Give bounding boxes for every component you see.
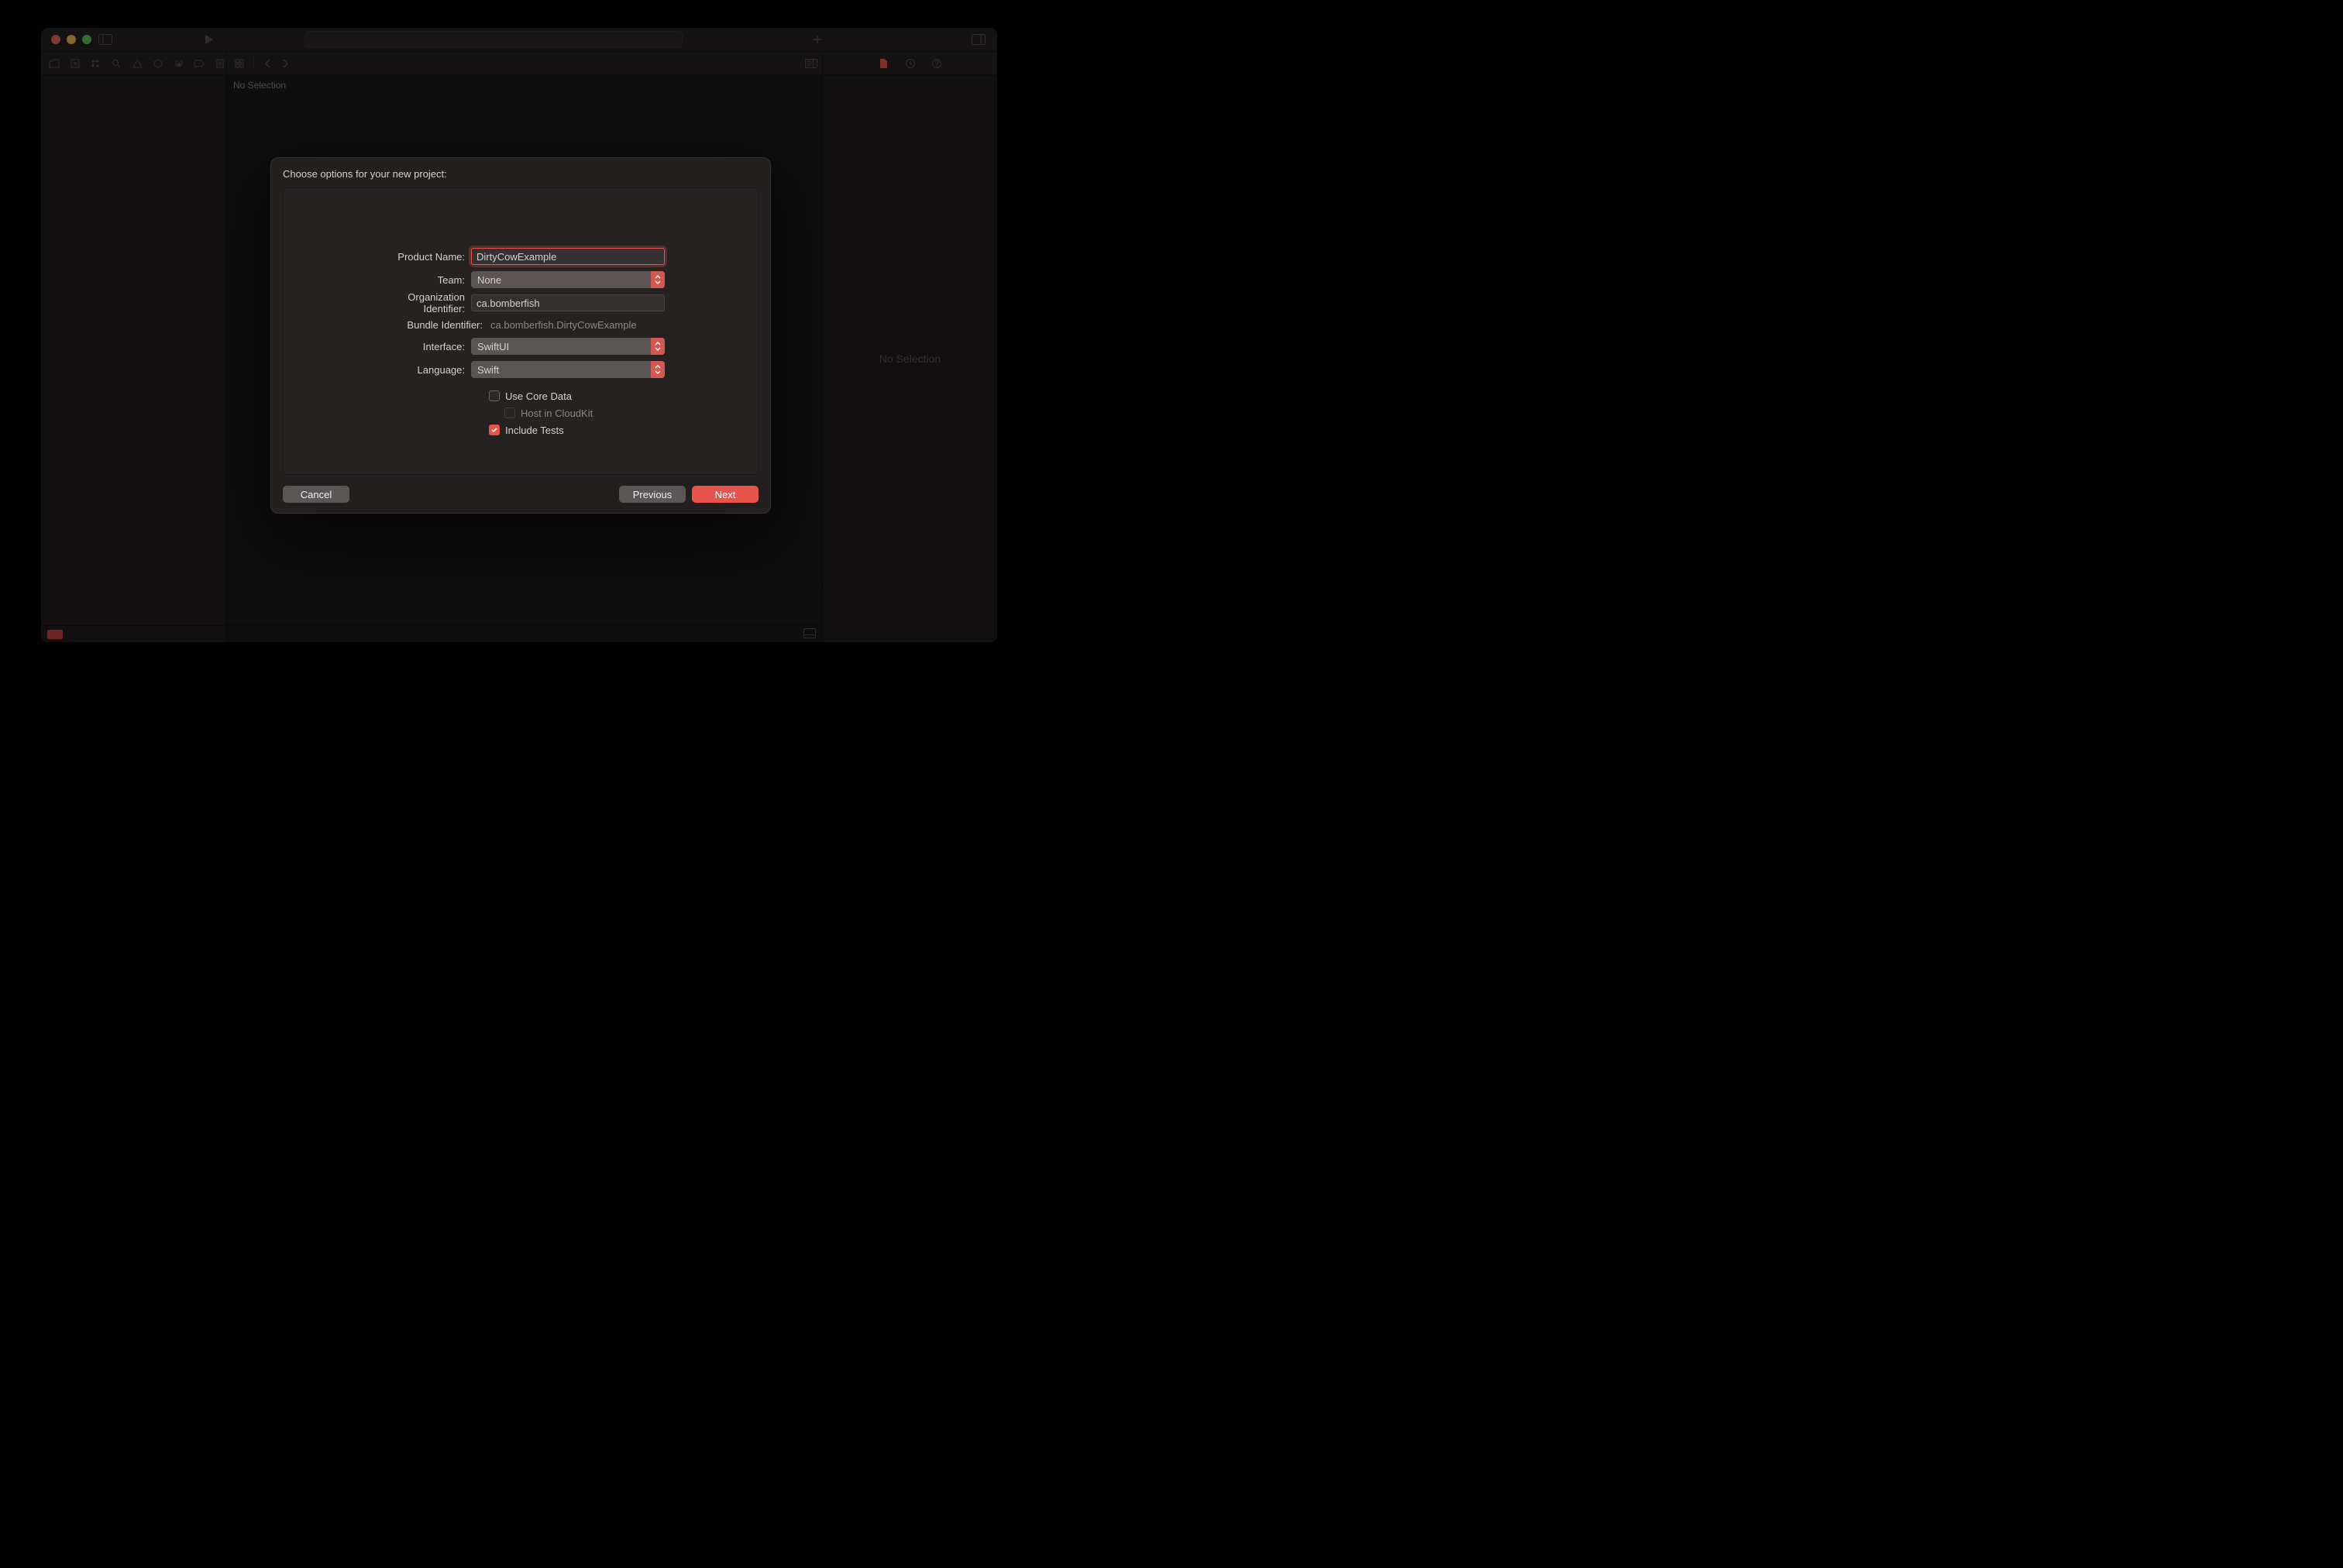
host-cloudkit-label: Host in CloudKit bbox=[521, 407, 593, 419]
org-id-label: Organization Identifier: bbox=[377, 291, 471, 315]
checkbox-checked-icon bbox=[489, 425, 500, 435]
interface-select-value: SwiftUI bbox=[477, 341, 509, 352]
new-project-options-sheet: Choose options for your new project: Pro… bbox=[270, 157, 771, 514]
include-tests-checkbox[interactable]: Include Tests bbox=[489, 421, 665, 438]
checkbox-disabled-icon bbox=[504, 407, 515, 418]
language-label: Language: bbox=[377, 364, 471, 376]
interface-select[interactable]: SwiftUI bbox=[471, 338, 665, 355]
updown-icon bbox=[651, 338, 665, 355]
use-core-data-label: Use Core Data bbox=[505, 390, 572, 402]
team-select[interactable]: None bbox=[471, 271, 665, 288]
sheet-title: Choose options for your new project: bbox=[283, 168, 759, 180]
product-name-field[interactable] bbox=[471, 248, 665, 265]
language-select[interactable]: Swift bbox=[471, 361, 665, 378]
updown-icon bbox=[651, 361, 665, 378]
include-tests-label: Include Tests bbox=[505, 425, 564, 436]
team-select-value: None bbox=[477, 274, 501, 286]
bundle-id-label: Bundle Identifier: bbox=[377, 319, 489, 331]
language-select-value: Swift bbox=[477, 364, 499, 376]
checkbox-unchecked-icon bbox=[489, 390, 500, 401]
cancel-button[interactable]: Cancel bbox=[283, 486, 349, 503]
sheet-body: Product Name: Team: None Organization Id… bbox=[283, 187, 759, 475]
updown-icon bbox=[651, 271, 665, 288]
product-name-label: Product Name: bbox=[377, 251, 471, 263]
host-cloudkit-checkbox: Host in CloudKit bbox=[489, 404, 665, 421]
xcode-window: No Selection No Selection Choose options… bbox=[40, 27, 998, 643]
team-label: Team: bbox=[377, 274, 471, 286]
previous-button[interactable]: Previous bbox=[619, 486, 686, 503]
sheet-button-row: Cancel Previous Next bbox=[283, 475, 759, 503]
org-id-field[interactable] bbox=[471, 294, 665, 311]
bundle-id-value: ca.bomberfish.DirtyCowExample bbox=[489, 319, 637, 331]
use-core-data-checkbox[interactable]: Use Core Data bbox=[489, 387, 665, 404]
next-button[interactable]: Next bbox=[692, 486, 759, 503]
interface-label: Interface: bbox=[377, 341, 471, 352]
